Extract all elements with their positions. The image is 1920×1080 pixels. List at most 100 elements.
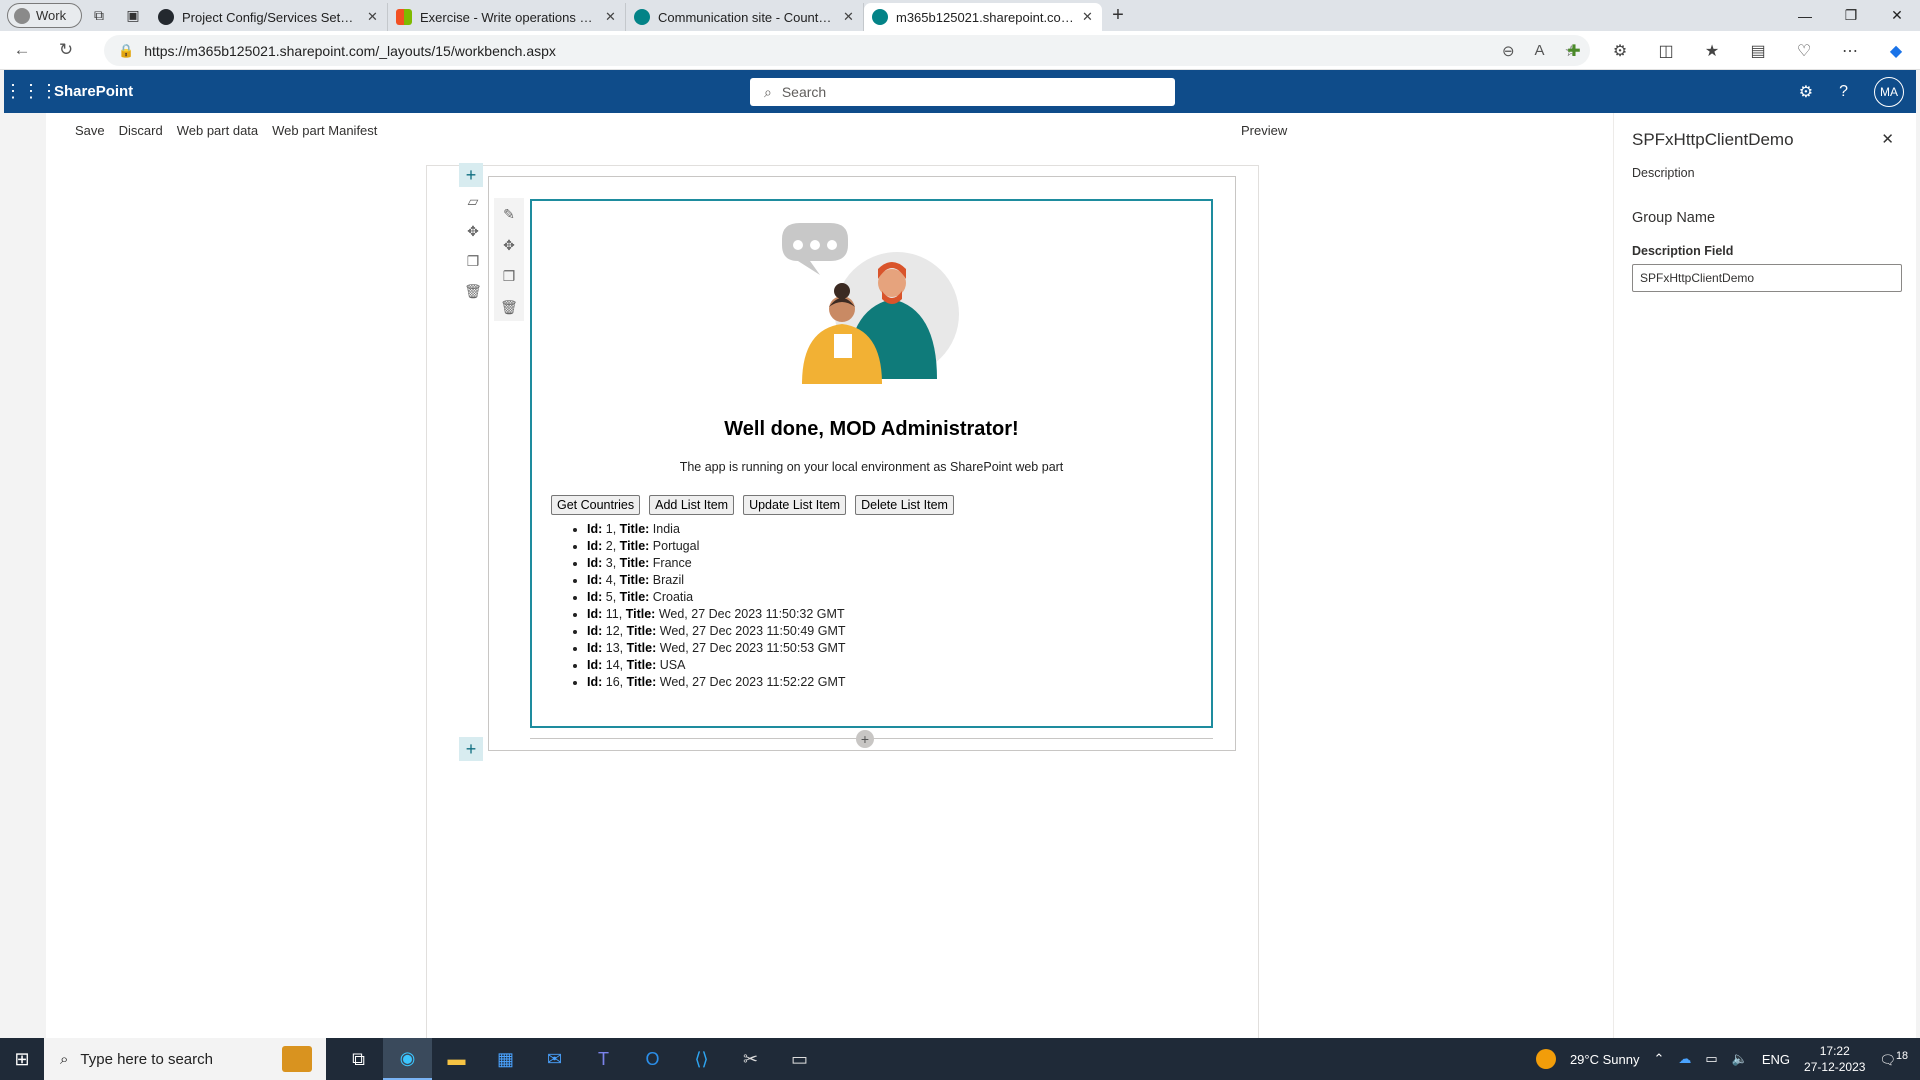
browser-toolbar: ✚ ⚙ ◫ ★ ▤ ♡ ⋯ ◆ [1558, 35, 1912, 66]
webpart-toolbar: ✎ ✥ ❐ 🗑 [494, 198, 524, 321]
close-tab-icon[interactable]: ✕ [843, 9, 855, 25]
help-icon[interactable]: ? [1839, 83, 1848, 101]
address-bar[interactable]: 🔒 https://m365b125021.sharepoint.com/_la… [104, 35, 1590, 66]
sharepoint-icon [634, 9, 650, 25]
minimize-icon[interactable]: — [1782, 0, 1828, 31]
close-tab-icon[interactable]: ✕ [605, 9, 617, 25]
windows-start-icon[interactable]: ⊞ [0, 1049, 44, 1070]
tab-workbench[interactable]: m365b125021.sharepoint.com/_ ✕ [864, 3, 1102, 31]
vscode-icon[interactable]: ⟨⟩ [677, 1038, 726, 1080]
task-view-icon[interactable]: ⧉ [334, 1038, 383, 1080]
edit-section-icon[interactable]: ▱ [468, 193, 479, 210]
store-icon[interactable]: ▦ [481, 1038, 530, 1080]
refresh-icon[interactable]: ↻ [44, 40, 88, 60]
tab-actions-icon[interactable]: ▣ [116, 2, 150, 30]
snipping-tool-icon[interactable]: ✂ [726, 1038, 775, 1080]
split-screen-icon[interactable]: ◫ [1650, 41, 1682, 61]
window-controls: — ❐ ✕ [1782, 0, 1920, 31]
date: 27-12-2023 [1804, 1060, 1866, 1074]
get-countries-button[interactable]: Get Countries [551, 495, 641, 515]
list-item: Id: 5, Title: Croatia [587, 589, 846, 606]
language-indicator[interactable]: ENG [1762, 1052, 1790, 1067]
duplicate-webpart-icon[interactable]: ❐ [503, 268, 516, 285]
outlook-icon[interactable]: O [628, 1038, 677, 1080]
taskbar-search[interactable]: ⌕ Type here to search [44, 1038, 326, 1080]
system-tray: 29°C Sunny ⌃ ☁ ▭ 🔈 ENG 17:22 27-12-2023 … [1535, 1038, 1920, 1080]
edge-icon[interactable]: ◉ [383, 1038, 432, 1080]
zoom-icon[interactable]: ⊖ [1502, 42, 1515, 60]
delete-webpart-icon[interactable]: 🗑 [500, 299, 518, 316]
volume-icon[interactable]: 🔈 [1732, 1051, 1748, 1067]
update-list-item-button[interactable]: Update List Item [743, 495, 847, 515]
more-icon[interactable]: ⋯ [1834, 41, 1866, 61]
delete-list-item-button[interactable]: Delete List Item [855, 495, 954, 515]
avatar[interactable]: MA [1874, 76, 1904, 107]
preview-button[interactable]: Preview [1241, 123, 1287, 138]
notifications-icon[interactable]: 🗨18 [1879, 1050, 1908, 1068]
description-field-input[interactable] [1632, 264, 1902, 292]
sharepoint-suite-bar: ⋮⋮⋮ SharePoint ⌕ Search ⚙ ? MA [4, 70, 1916, 113]
welcome-heading: Well done, MOD Administrator! [724, 418, 1019, 440]
tab-exercise[interactable]: Exercise - Write operations using ✕ [388, 3, 626, 31]
weather-sun-icon[interactable] [1535, 1049, 1556, 1069]
tab-title: Project Config/Services Setup - P [182, 9, 359, 25]
clock[interactable]: 17:22 27-12-2023 [1804, 1043, 1865, 1075]
file-explorer-icon[interactable]: ▬ [432, 1038, 481, 1080]
new-tab-button[interactable]: + [1102, 4, 1134, 27]
list-item: Id: 16, Title: Wed, 27 Dec 2023 11:52:22… [587, 674, 846, 691]
web-part-manifest-button[interactable]: Web part Manifest [272, 123, 377, 138]
profile-button[interactable]: Work [7, 3, 82, 28]
collections-icon[interactable]: ▤ [1742, 41, 1774, 61]
url-text: https://m365b125021.sharepoint.com/_layo… [144, 42, 556, 59]
tab-project-config[interactable]: Project Config/Services Setup - P ✕ [150, 3, 388, 31]
teams-icon[interactable]: T [579, 1038, 628, 1080]
favorites-icon[interactable]: ★ [1696, 41, 1728, 61]
profile-icon [14, 7, 30, 24]
extensions-icon[interactable]: ⚙ [1604, 41, 1636, 61]
add-webpart-icon[interactable]: + [856, 730, 874, 748]
add-section-below-icon[interactable]: + [459, 737, 483, 761]
sharepoint-search-box[interactable]: ⌕ Search [750, 78, 1175, 106]
duplicate-section-icon[interactable]: ❐ [467, 253, 480, 270]
settings-gear-icon[interactable]: ⚙ [1799, 82, 1813, 102]
show-hidden-icons-icon[interactable]: ⌃ [1653, 1051, 1664, 1067]
extension-icon[interactable]: ✚ [1558, 41, 1590, 61]
section-toolbar: ▱ ✥ ❐ 🗑 [461, 193, 485, 300]
web-part-data-button[interactable]: Web part data [177, 123, 258, 138]
performance-icon[interactable]: ♡ [1788, 41, 1820, 61]
add-section-above-icon[interactable]: + [459, 163, 483, 187]
discard-button[interactable]: Discard [119, 123, 163, 138]
lock-icon[interactable]: 🔒 [118, 43, 134, 59]
copilot-icon[interactable]: ◆ [1880, 41, 1912, 61]
github-icon [158, 9, 174, 25]
weather-text[interactable]: 29°C Sunny [1570, 1052, 1640, 1067]
app-icon[interactable]: ▭ [775, 1038, 824, 1080]
add-list-item-button[interactable]: Add List Item [649, 495, 735, 515]
workspaces-icon[interactable]: ⧉ [82, 2, 116, 30]
close-tab-icon[interactable]: ✕ [1082, 9, 1094, 25]
mail-icon[interactable]: ✉ [530, 1038, 579, 1080]
move-webpart-icon[interactable]: ✥ [503, 237, 515, 254]
app-launcher-icon[interactable]: ⋮⋮⋮ [4, 81, 58, 102]
back-icon[interactable]: ← [0, 40, 44, 60]
tab-communication-site[interactable]: Communication site - Countries ✕ [626, 3, 864, 31]
list-item: Id: 14, Title: USA [587, 657, 846, 674]
left-gutter [4, 113, 46, 1038]
save-button[interactable]: Save [75, 123, 105, 138]
delete-section-icon[interactable]: 🗑 [464, 283, 482, 300]
move-section-icon[interactable]: ✥ [467, 223, 479, 240]
network-icon[interactable]: ▭ [1705, 1051, 1717, 1067]
sharepoint-brand[interactable]: SharePoint [54, 83, 133, 100]
close-tab-icon[interactable]: ✕ [367, 9, 379, 25]
workbench-command-bar: Save Discard Web part data Web part Mani… [75, 123, 377, 138]
countries-list: Id: 1, Title: India Id: 2, Title: Portug… [587, 521, 846, 691]
edit-webpart-icon[interactable]: ✎ [503, 206, 515, 223]
search-icon: ⌕ [764, 83, 772, 100]
profile-label: Work [36, 8, 67, 23]
close-icon[interactable]: ✕ [1881, 130, 1894, 148]
read-aloud-icon[interactable]: A [1535, 42, 1545, 60]
restore-icon[interactable]: ❐ [1828, 0, 1874, 31]
close-window-icon[interactable]: ✕ [1874, 0, 1920, 31]
onedrive-icon[interactable]: ☁ [1678, 1051, 1691, 1067]
workbench: Save Discard Web part data Web part Mani… [4, 113, 1916, 1038]
